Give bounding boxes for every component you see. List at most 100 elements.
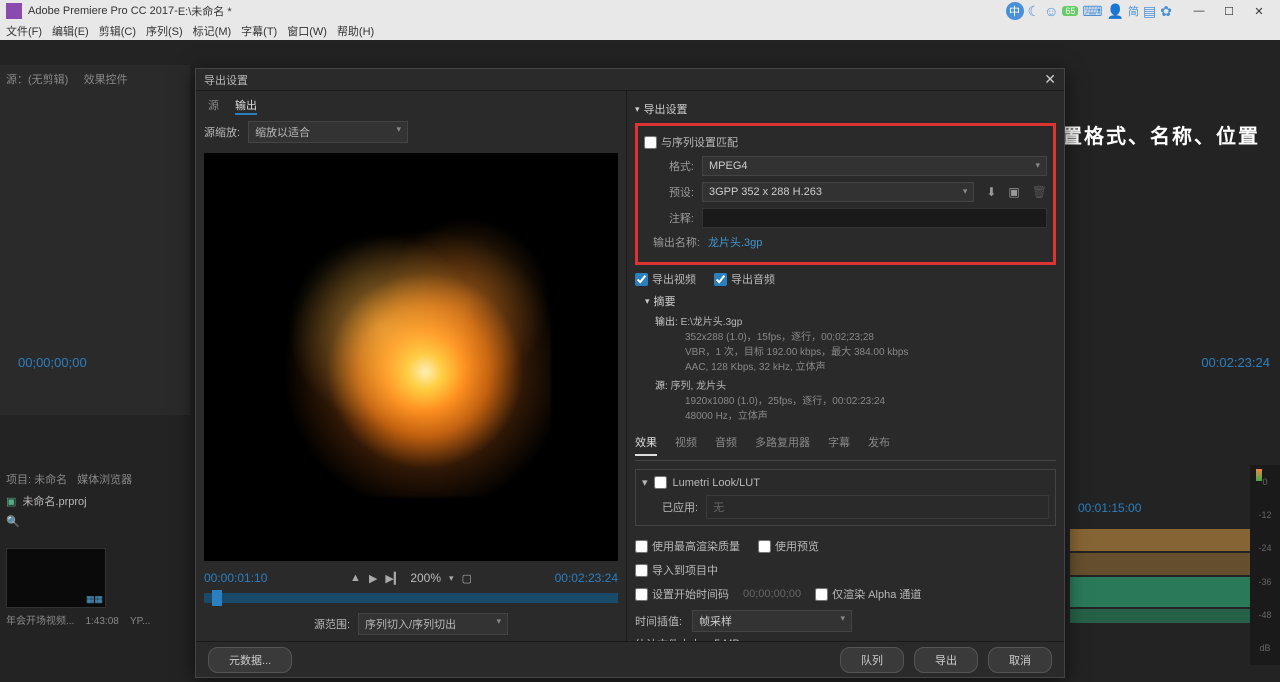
meter-tick: -48 xyxy=(1258,610,1271,620)
preset-label: 预设: xyxy=(644,184,694,200)
lumetri-applied-label: 已应用: xyxy=(662,499,698,515)
aspect-button[interactable]: ▢ xyxy=(462,572,472,585)
file-path: E:\未命名 * xyxy=(178,3,232,19)
dialog-titlebar: 导出设置 ✕ xyxy=(196,69,1064,91)
preset-select[interactable]: 3GPP 352 x 288 H.263 xyxy=(702,182,974,202)
tab-video[interactable]: 视频 xyxy=(675,434,697,456)
tab-audio[interactable]: 音频 xyxy=(715,434,737,456)
lumetri-section: ▾ Lumetri Look/LUT 已应用: 无 xyxy=(635,469,1056,526)
prev-frame-button[interactable]: ▲ xyxy=(350,572,361,584)
emoji-icon[interactable]: ☺ xyxy=(1044,3,1058,19)
app-menubar: 文件(F) 编辑(E) 剪辑(C) 序列(S) 标记(M) 字幕(T) 窗口(W… xyxy=(0,22,1280,40)
dialog-title: 导出设置 xyxy=(204,72,248,88)
meter-tick: -12 xyxy=(1258,510,1271,520)
chevron-down-icon[interactable]: ▾ xyxy=(645,296,650,307)
tab-output[interactable]: 输出 xyxy=(235,97,257,115)
ime-lang-icon[interactable]: 中 xyxy=(1006,2,1024,20)
menu-help[interactable]: 帮助(H) xyxy=(337,23,374,39)
scrub-handle[interactable] xyxy=(212,590,222,606)
workspace: 源：(无剪辑) 效果控件 00;00;00;00 00:02:23:24 项目:… xyxy=(0,40,1280,682)
use-preview-checkbox[interactable]: 使用预览 xyxy=(758,538,819,554)
tab-effects[interactable]: 效果 xyxy=(635,434,657,456)
lumetri-select[interactable]: 无 xyxy=(706,495,1049,519)
keyboard-icon[interactable]: ⌨ xyxy=(1082,3,1102,20)
tab-publish[interactable]: 发布 xyxy=(868,434,890,456)
menu-marker[interactable]: 标记(M) xyxy=(193,23,232,39)
menu-sequence[interactable]: 序列(S) xyxy=(146,23,183,39)
scrub-bar[interactable] xyxy=(204,593,618,603)
ime-text[interactable]: 简 xyxy=(1128,3,1139,19)
media-browser-tab[interactable]: 媒体浏览器 xyxy=(77,471,132,487)
next-frame-button[interactable]: ▶▎ xyxy=(385,572,402,585)
tab-multiplexer[interactable]: 多路复用器 xyxy=(755,434,810,456)
queue-button[interactable]: 队列 xyxy=(840,647,904,673)
preview-viewport[interactable] xyxy=(204,153,618,561)
user-icon[interactable]: 👤 xyxy=(1107,3,1124,20)
export-audio-checkbox[interactable]: 导出音频 xyxy=(714,271,775,287)
video-track[interactable] xyxy=(1070,529,1280,551)
clip-yp: YP... xyxy=(130,616,150,627)
alpha-only-checkbox[interactable]: 仅渲染 Alpha 通道 xyxy=(815,586,921,602)
max-quality-checkbox[interactable]: 使用最高渲染质量 xyxy=(635,538,740,554)
output-label: 输出: xyxy=(655,317,678,328)
book-icon[interactable]: ▤ xyxy=(1143,3,1156,20)
comment-input[interactable] xyxy=(702,208,1047,228)
app-icon xyxy=(6,3,22,19)
chevron-down-icon[interactable]: ▾ xyxy=(642,476,648,489)
time-interp-label: 时间插值: xyxy=(635,613,682,629)
chevron-down-icon[interactable]: ▾ xyxy=(635,104,640,115)
audio-meters: 0 -12 -24 -36 -48 dB xyxy=(1250,465,1280,665)
search-icon[interactable]: 🔍 xyxy=(6,515,184,528)
preview-zoom[interactable]: 200% xyxy=(410,571,441,585)
lumetri-enable-checkbox[interactable] xyxy=(654,476,667,489)
cancel-button[interactable]: 取消 xyxy=(988,647,1052,673)
match-sequence-checkbox[interactable]: 与序列设置匹配 xyxy=(644,134,1047,150)
close-button[interactable]: ✕ xyxy=(1244,5,1274,18)
time-interp-select[interactable]: 帧采样 xyxy=(692,610,852,632)
preview-tc-out: 00:02:23:24 xyxy=(555,571,618,585)
format-select[interactable]: MPEG4 xyxy=(702,156,1047,176)
dialog-footer: 元数据... 队列 导出 取消 xyxy=(196,641,1064,677)
tab-captions[interactable]: 字幕 xyxy=(828,434,850,456)
source-scale-label: 源缩放: xyxy=(204,124,240,140)
source-scale-select[interactable]: 缩放以适合▾ xyxy=(248,121,408,143)
start-timecode-checkbox[interactable]: 设置开始时间码 xyxy=(635,586,729,602)
start-timecode-value: 00;00;00;00 xyxy=(743,588,801,600)
export-button[interactable]: 导出 xyxy=(914,647,978,673)
preview-tc-in[interactable]: 00:00:01:10 xyxy=(204,571,267,585)
audio-track[interactable] xyxy=(1070,577,1280,607)
source-range-select[interactable]: 序列切入/序列切出▾ xyxy=(358,613,508,635)
import-preset-icon[interactable]: ▣ xyxy=(1008,185,1019,199)
effect-controls-tab[interactable]: 效果控件 xyxy=(84,74,128,86)
menu-title[interactable]: 字幕(T) xyxy=(241,23,277,39)
tab-source[interactable]: 源 xyxy=(208,97,219,115)
play-button[interactable]: ▶ xyxy=(369,572,377,585)
project-name: 未命名.prproj xyxy=(22,493,86,509)
maximize-button[interactable]: ☐ xyxy=(1214,5,1244,18)
metadata-button[interactable]: 元数据... xyxy=(208,647,292,673)
audio-track[interactable] xyxy=(1070,609,1280,623)
menu-file[interactable]: 文件(F) xyxy=(6,23,42,39)
menu-window[interactable]: 窗口(W) xyxy=(287,23,327,39)
delete-preset-icon[interactable]: 🗑 xyxy=(1032,185,1047,199)
menu-edit[interactable]: 编辑(E) xyxy=(52,23,89,39)
lumetri-title: Lumetri Look/LUT xyxy=(673,477,760,489)
export-video-checkbox[interactable]: 导出视频 xyxy=(635,271,696,287)
save-preset-icon[interactable]: ⬇ xyxy=(986,185,996,199)
output-name-link[interactable]: 龙片头.3gp xyxy=(708,234,762,250)
dialog-close-button[interactable]: ✕ xyxy=(1044,71,1056,88)
format-label: 格式: xyxy=(644,158,694,174)
source-label: 源: xyxy=(655,381,668,392)
project-tab[interactable]: 项目: 未命名 xyxy=(6,471,67,487)
menu-clip[interactable]: 剪辑(C) xyxy=(99,23,136,39)
source-panel-tab[interactable]: 源：(无剪辑) xyxy=(6,74,68,86)
meter-tick: -36 xyxy=(1258,577,1271,587)
minimize-button[interactable]: — xyxy=(1184,5,1214,17)
zoom-dropdown-icon[interactable]: ▾ xyxy=(449,573,454,584)
gear-icon[interactable]: ✿ xyxy=(1160,3,1172,20)
render-options: 使用最高渲染质量 使用预览 导入到项目中 设置开始时间码 00;00;00;00… xyxy=(635,534,1056,641)
video-track[interactable] xyxy=(1070,553,1280,575)
moon-icon[interactable]: ☾ xyxy=(1028,3,1041,20)
clip-thumbnail[interactable]: ▦▦ xyxy=(6,548,106,608)
import-project-checkbox[interactable]: 导入到项目中 xyxy=(635,562,1056,578)
